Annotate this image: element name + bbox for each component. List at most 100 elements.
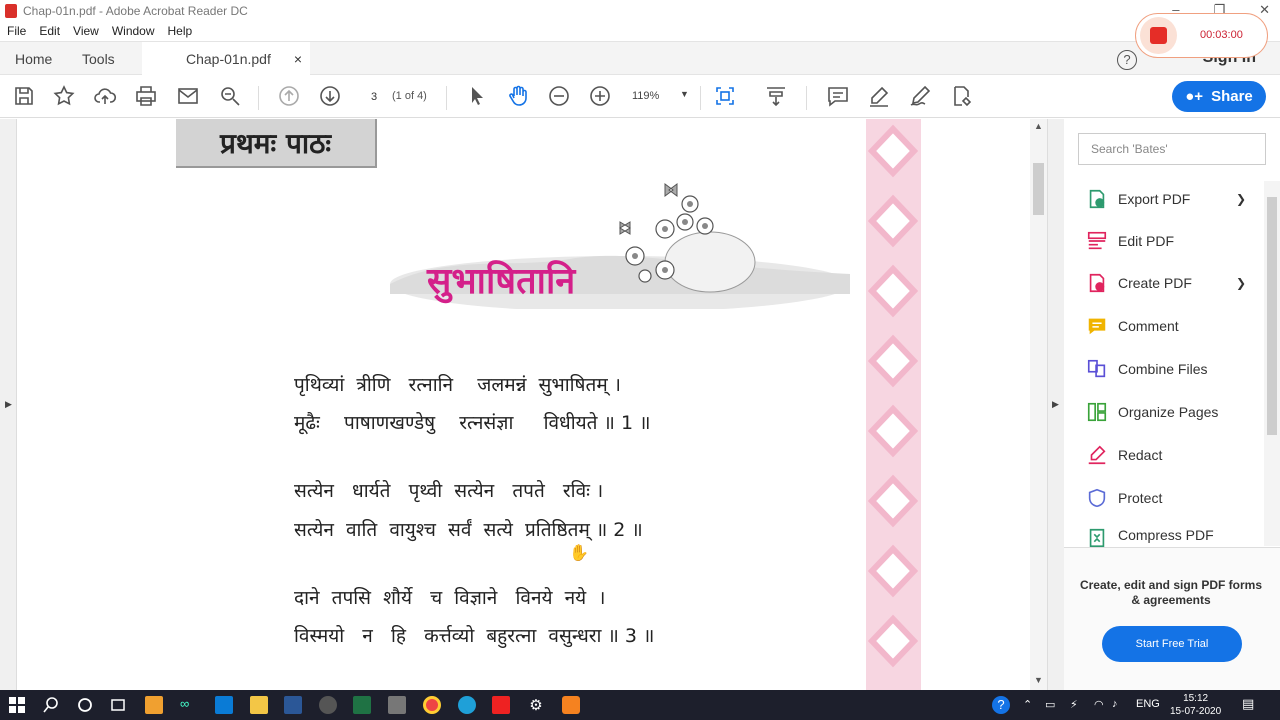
toolbar-divider [700, 86, 701, 110]
promo-text: Create, edit and sign PDF forms & agreem… [1079, 578, 1263, 607]
organize-pages-icon [1087, 402, 1107, 422]
tools-pane-scrollbar[interactable] [1264, 181, 1280, 546]
scroll-mode-icon[interactable] [764, 84, 790, 110]
more-tools-icon[interactable] [949, 84, 975, 110]
previous-page-icon[interactable] [277, 84, 303, 110]
scrollbar-thumb[interactable] [1267, 197, 1277, 435]
highlight-pen-icon[interactable] [867, 84, 893, 110]
zoom-level-select[interactable]: 119% [632, 90, 659, 102]
windows-start-icon[interactable] [8, 696, 26, 714]
stop-record-icon[interactable] [1150, 27, 1167, 44]
tools-search-input[interactable]: Search 'Bates' [1078, 133, 1266, 165]
tab-bar: Home Tools Chap-01n.pdf × ? Sign In [0, 41, 1280, 76]
calculator-icon[interactable] [388, 696, 406, 714]
clock-date: 15-07-2020 [1170, 706, 1222, 717]
verse-line: सत्येन वाति वायुश्च सर्वं सत्ये प्रतिष्ठ… [294, 519, 643, 541]
verse-line: पृथिव्यां त्रीणि रत्नानि जलमन्नं सुभाषित… [294, 374, 621, 396]
tool-redact[interactable]: Redact [1086, 441, 1162, 469]
menu-view[interactable]: View [73, 24, 99, 38]
tool-compress-pdf[interactable]: Compress PDF [1086, 527, 1214, 547]
print-icon[interactable] [134, 84, 160, 110]
tab-document[interactable]: Chap-01n.pdf × [142, 42, 310, 76]
collapse-right-panel-icon[interactable]: ▶ [1052, 399, 1059, 410]
acrobat-taskbar-icon[interactable] [492, 696, 510, 714]
wifi-icon[interactable]: ◠ [1094, 698, 1104, 711]
tab-tools[interactable]: Tools [82, 42, 115, 75]
store-icon[interactable] [145, 696, 163, 714]
tool-label: Combine Files [1118, 361, 1208, 377]
menu-help[interactable]: Help [168, 24, 193, 38]
help-taskbar-icon[interactable]: ? [992, 696, 1010, 714]
tray-chevron-icon[interactable]: ⌃ [1023, 698, 1032, 711]
scroll-down-icon[interactable]: ▼ [1034, 675, 1043, 685]
comment-tool-icon[interactable] [826, 84, 852, 110]
next-page-icon[interactable] [318, 84, 344, 110]
select-cursor-icon[interactable] [465, 84, 491, 110]
mail-icon[interactable] [215, 696, 233, 714]
search-icon[interactable] [42, 696, 60, 714]
zoom-dropdown-icon[interactable]: ▼ [680, 89, 689, 99]
upload-cloud-icon[interactable] [93, 84, 119, 110]
right-panel-toggle[interactable]: ▶ [1047, 119, 1064, 690]
settings-gear-icon[interactable]: ⚙ [527, 696, 545, 714]
excel-icon[interactable] [353, 696, 371, 714]
search-zoom-icon[interactable] [218, 84, 244, 110]
cortana-icon[interactable] [76, 696, 94, 714]
recorder-taskbar-icon[interactable] [562, 696, 580, 714]
verse-line: दाने तपसि शौर्ये च विज्ञाने विनये नये । [294, 587, 606, 609]
zoom-in-icon[interactable] [588, 84, 614, 110]
scroll-up-icon[interactable]: ▲ [1034, 121, 1043, 131]
email-icon[interactable] [176, 84, 202, 110]
expand-left-panel-icon[interactable]: ▶ [5, 399, 12, 410]
page-count-label: (1 of 4) [392, 90, 427, 102]
screen-recorder-widget[interactable]: 00:03:00 [1135, 13, 1268, 58]
bookmark-star-icon[interactable] [52, 84, 78, 110]
language-indicator[interactable]: ENG [1136, 698, 1160, 710]
windows-taskbar: ∞ ⚙ ? ⌃ ▭ ⚡ ◠ ♪ ENG 15:12 15-07-2020 ▤ [0, 690, 1280, 720]
tool-protect[interactable]: Protect [1086, 484, 1162, 512]
volume-icon[interactable]: ♪ [1112, 698, 1118, 710]
help-icon[interactable]: ? [1117, 50, 1137, 70]
document-viewport[interactable]: प्रथमः पाठः सुभाषितानि पृथिव्यां त्रीणि [17, 119, 1030, 690]
tool-edit-pdf[interactable]: Edit PDF [1086, 227, 1174, 255]
tab-home[interactable]: Home [15, 42, 52, 75]
people-icon[interactable]: ∞ [180, 696, 198, 714]
file-explorer-icon[interactable] [250, 696, 268, 714]
system-clock[interactable]: 15:12 15-07-2020 [1170, 692, 1221, 718]
chrome-icon[interactable] [423, 696, 441, 714]
tool-export-pdf[interactable]: Export PDF ❯ [1086, 185, 1246, 213]
tool-comment[interactable]: Comment [1086, 312, 1179, 340]
clock-time: 15:12 [1183, 693, 1209, 704]
close-window-icon[interactable]: ✕ [1259, 2, 1270, 18]
chevron-down-icon[interactable]: ❯ [1236, 276, 1246, 290]
zoom-out-icon[interactable] [547, 84, 573, 110]
menu-file[interactable]: File [7, 24, 26, 38]
tool-create-pdf[interactable]: Create PDF ❯ [1086, 269, 1246, 297]
tool-label: Compress PDF [1118, 527, 1214, 543]
chevron-down-icon[interactable]: ❯ [1236, 192, 1246, 206]
word-icon[interactable] [284, 696, 302, 714]
hand-tool-icon[interactable] [506, 84, 532, 110]
left-panel-toggle[interactable]: ▶ [0, 119, 17, 690]
edge-icon[interactable] [458, 696, 476, 714]
page-number-input[interactable]: 3 [360, 86, 388, 108]
fit-page-icon[interactable] [713, 84, 739, 110]
task-view-icon[interactable] [109, 696, 127, 714]
export-pdf-icon [1089, 189, 1105, 209]
scrollbar-thumb[interactable] [1033, 163, 1044, 215]
sign-pen-icon[interactable] [908, 84, 934, 110]
document-scrollbar[interactable]: ▲ ▼ [1030, 119, 1047, 690]
menu-edit[interactable]: Edit [39, 24, 60, 38]
protect-icon [1088, 488, 1106, 508]
close-tab-icon[interactable]: × [294, 51, 302, 67]
notifications-icon[interactable]: ▤ [1242, 696, 1254, 712]
share-label: Share [1211, 88, 1253, 105]
share-button[interactable]: ●+ Share [1172, 81, 1266, 112]
save-icon[interactable] [12, 84, 38, 110]
tool-combine-files[interactable]: Combine Files [1086, 355, 1207, 383]
menu-window[interactable]: Window [112, 24, 155, 38]
tool-organize-pages[interactable]: Organize Pages [1086, 398, 1218, 426]
camera-icon[interactable] [319, 696, 337, 714]
network-icon[interactable]: ⚡ [1070, 698, 1078, 711]
start-free-trial-button[interactable]: Start Free Trial [1102, 626, 1242, 662]
